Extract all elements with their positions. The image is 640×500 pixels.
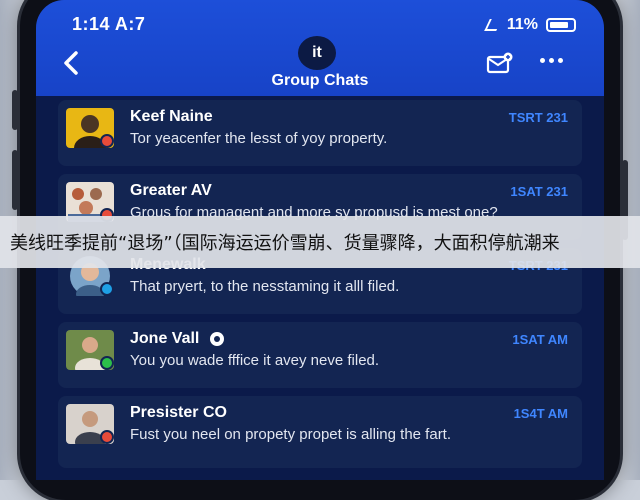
message-preview: Fust you neel on propety propet is allin… <box>130 426 452 443</box>
message-time: 1S4T AM <box>513 406 568 421</box>
status-time: 1:14 A:7 <box>72 14 146 34</box>
status-badge <box>100 134 114 148</box>
message-preview: You you wade fffice it avey neve filed. <box>130 352 380 369</box>
message-preview: Tor yeacenfer the lesst of yoy property. <box>130 130 388 147</box>
online-badge <box>100 356 114 370</box>
message-time: 1SAT AM <box>512 332 568 347</box>
verified-icon <box>209 331 224 346</box>
signal-icon <box>484 19 502 31</box>
battery-icon <box>546 18 576 32</box>
volume-button <box>12 150 18 210</box>
chat-item[interactable]: Keef Naine Tor yeacenfer the lesst of yo… <box>58 100 582 166</box>
message-time: TSRT 231 <box>508 110 568 125</box>
contact-name: Keef Naine <box>130 108 213 125</box>
volume-button <box>12 90 18 130</box>
news-ticker-banner: 美线旺季提前“退场”（国际海运运价雪崩、货量骤降，大面积停航潮来 <box>0 216 640 268</box>
contact-name: Greater AV <box>130 182 212 199</box>
group-avatar[interactable]: it <box>298 36 336 70</box>
chat-item[interactable]: Presister CO Fust you neel on propety pr… <box>58 396 582 468</box>
more-options-icon[interactable] <box>540 58 563 63</box>
status-badge <box>100 282 114 296</box>
app-header: 1:14 A:7 11% it Group Chats <box>36 0 604 96</box>
battery-percent: 11% <box>506 16 538 33</box>
news-ticker-text: 美线旺季提前“退场”（国际海运运价雪崩、货量骤降，大面积停航潮来 <box>10 233 560 254</box>
page-title: Group Chats <box>271 72 369 89</box>
message-preview: That pryert, to the nesstaming it alll f… <box>130 278 400 295</box>
contact-name: Presister CO <box>130 404 227 421</box>
chat-item[interactable]: Jone Vall You you wade fffice it avey ne… <box>58 322 582 388</box>
compose-icon[interactable] <box>486 52 514 74</box>
chat-list: Keef Naine Tor yeacenfer the lesst of yo… <box>58 100 582 476</box>
message-time: 1SAT 231 <box>510 184 568 199</box>
status-badge <box>100 430 114 444</box>
status-bar: 1:14 A:7 11% <box>72 14 576 38</box>
contact-name: Jone Vall <box>130 330 224 348</box>
contact-name-text: Jone Vall <box>130 330 200 347</box>
